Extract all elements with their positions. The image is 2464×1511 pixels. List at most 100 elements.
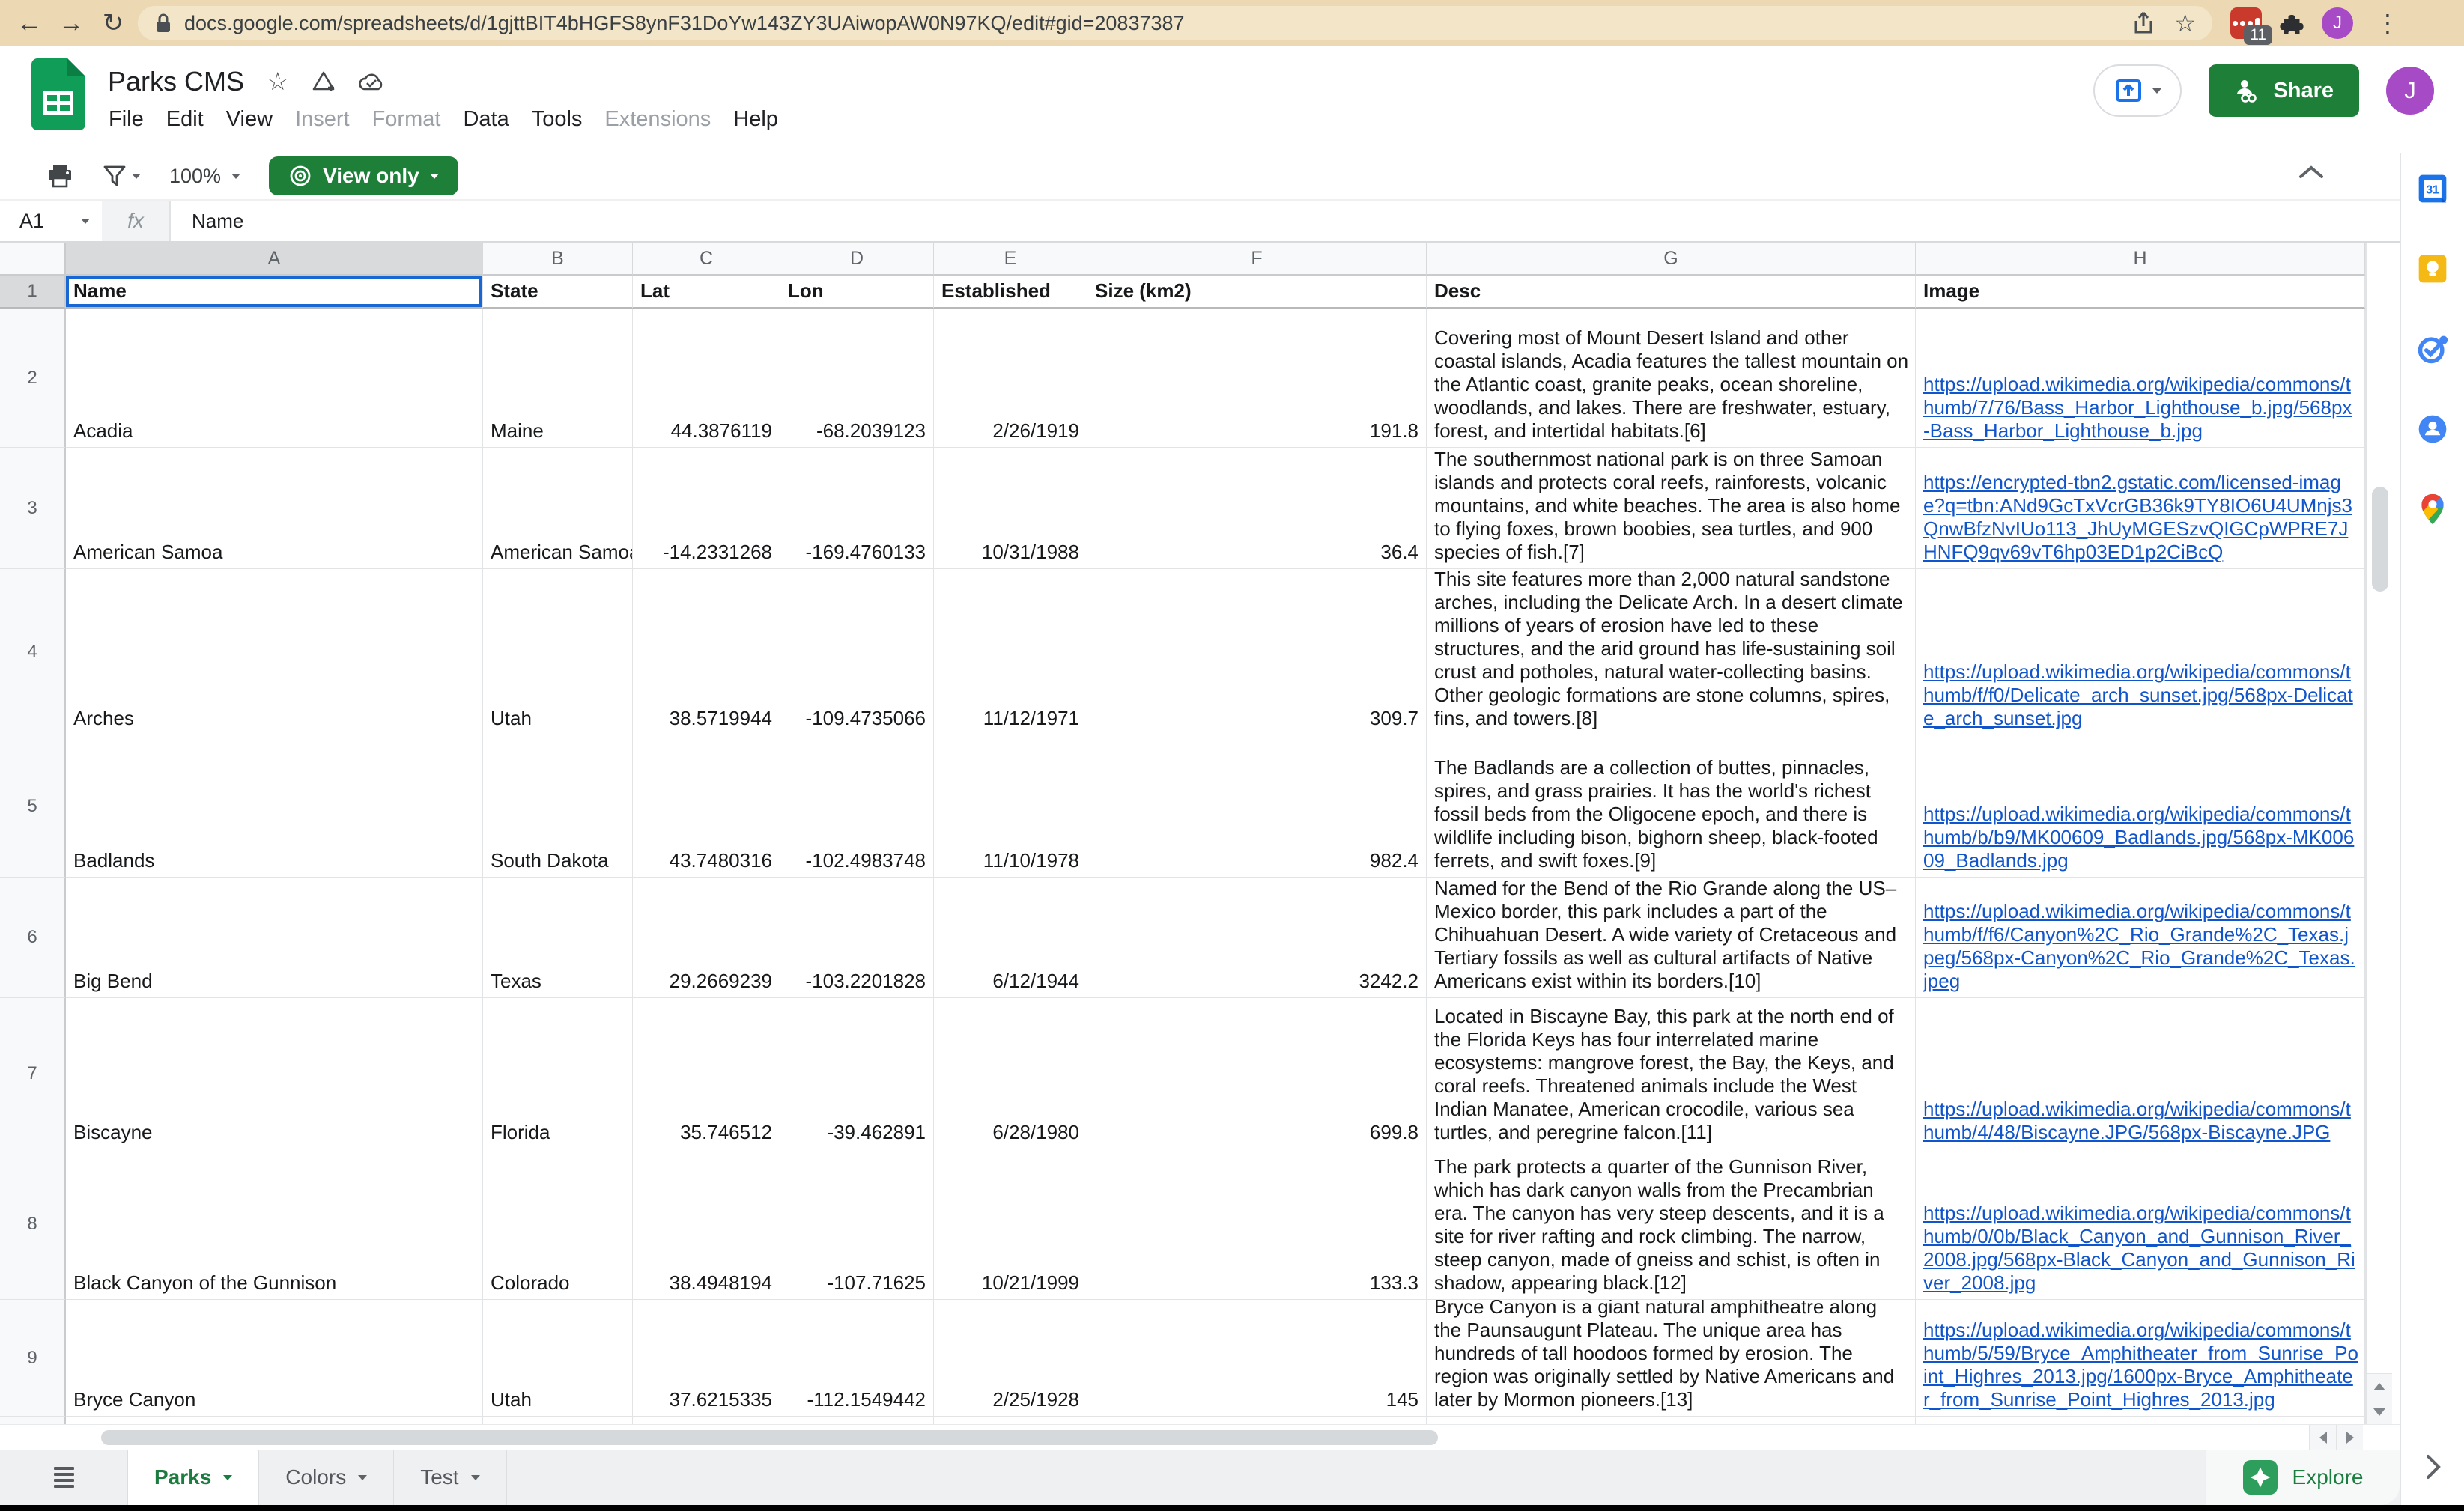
cell-D4[interactable]: -109.4735066 <box>780 569 934 735</box>
cell-F1[interactable]: Size (km2) <box>1087 276 1427 309</box>
sheet-tab-parks[interactable]: Parks <box>127 1450 259 1505</box>
cell-link[interactable]: https://upload.wikimedia.org/wikipedia/c… <box>1916 1098 2364 1149</box>
cell-D8[interactable]: -107.71625 <box>780 1149 934 1300</box>
cell-C9[interactable]: 37.6215335 <box>633 1300 780 1417</box>
cell-B4[interactable]: Utah <box>483 569 633 735</box>
cell-F8[interactable]: 133.3 <box>1087 1149 1427 1300</box>
cell-B6[interactable]: Texas <box>483 878 633 998</box>
cell-D1[interactable]: Lon <box>780 276 934 309</box>
cell-B5[interactable]: South Dakota <box>483 735 633 878</box>
hide-side-panel-icon[interactable] <box>2424 1453 2442 1484</box>
menu-view[interactable]: View <box>215 103 284 136</box>
browser-avatar[interactable]: J <box>2322 7 2353 39</box>
column-header-D[interactable]: D <box>780 243 934 276</box>
column-header-A[interactable]: A <box>66 243 483 276</box>
document-status-cloud-icon[interactable] <box>358 71 385 92</box>
google-contacts-icon[interactable] <box>2416 413 2449 449</box>
cell-F10[interactable] <box>1087 1417 1427 1424</box>
cell-C2[interactable]: 44.3876119 <box>633 309 780 448</box>
extensions-puzzle-icon[interactable] <box>2278 10 2305 37</box>
view-only-button[interactable]: View only <box>269 156 458 195</box>
column-header-E[interactable]: E <box>934 243 1087 276</box>
google-maps-icon[interactable] <box>2418 493 2448 529</box>
cell-C1[interactable]: Lat <box>633 276 780 309</box>
cell-B8[interactable]: Colorado <box>483 1149 633 1300</box>
cell-G4[interactable]: This site features more than 2,000 natur… <box>1427 569 1916 735</box>
cell-G2[interactable]: Covering most of Mount Desert Island and… <box>1427 309 1916 448</box>
cell-C8[interactable]: 38.4948194 <box>633 1149 780 1300</box>
cell-F6[interactable]: 3242.2 <box>1087 878 1427 998</box>
cell-E2[interactable]: 2/26/1919 <box>934 309 1087 448</box>
row-number-1[interactable]: 1 <box>0 276 66 309</box>
cell-G3[interactable]: The southernmost national park is on thr… <box>1427 448 1916 569</box>
menu-file[interactable]: File <box>97 103 155 136</box>
column-header-G[interactable]: G <box>1427 243 1916 276</box>
cell-B2[interactable]: Maine <box>483 309 633 448</box>
cell-C6[interactable]: 29.2669239 <box>633 878 780 998</box>
cell-E10[interactable] <box>934 1417 1087 1424</box>
menu-help[interactable]: Help <box>722 103 789 136</box>
cell-B1[interactable]: State <box>483 276 633 309</box>
cell-A10[interactable] <box>66 1417 483 1424</box>
vertical-scrollbar[interactable] <box>2365 243 2392 1424</box>
row-number-7[interactable]: 7 <box>0 998 66 1149</box>
cell-B3[interactable]: American Samoa <box>483 448 633 569</box>
cell-H4[interactable]: https://upload.wikimedia.org/wikipedia/c… <box>1916 569 2365 735</box>
filter-icon[interactable] <box>102 164 141 188</box>
cell-H2[interactable]: https://upload.wikimedia.org/wikipedia/c… <box>1916 309 2365 448</box>
cell-D3[interactable]: -169.4760133 <box>780 448 934 569</box>
cell-G10[interactable] <box>1427 1417 1916 1424</box>
cell-A3[interactable]: American Samoa <box>66 448 483 569</box>
cell-A5[interactable]: Badlands <box>66 735 483 878</box>
cell-G6[interactable]: Named for the Bend of the Rio Grande alo… <box>1427 878 1916 998</box>
scroll-right-button[interactable] <box>2336 1425 2363 1450</box>
cell-F4[interactable]: 309.7 <box>1087 569 1427 735</box>
reload-icon[interactable]: ↻ <box>96 6 130 40</box>
cell-B7[interactable]: Florida <box>483 998 633 1149</box>
cell-F2[interactable]: 191.8 <box>1087 309 1427 448</box>
cell-E5[interactable]: 11/10/1978 <box>934 735 1087 878</box>
cell-H1[interactable]: Image <box>1916 276 2365 309</box>
explore-button[interactable]: Explore <box>2206 1450 2400 1505</box>
cell-A9[interactable]: Bryce Canyon <box>66 1300 483 1417</box>
column-header-F[interactable]: F <box>1087 243 1427 276</box>
cell-E3[interactable]: 10/31/1988 <box>934 448 1087 569</box>
star-document-icon[interactable]: ☆ <box>267 67 289 96</box>
cell-D10[interactable] <box>780 1417 934 1424</box>
cell-G9[interactable]: Bryce Canyon is a giant natural amphithe… <box>1427 1300 1916 1417</box>
horizontal-scrollbar-thumb[interactable] <box>101 1430 1438 1445</box>
cell-G7[interactable]: Located in Biscayne Bay, this park at th… <box>1427 998 1916 1149</box>
google-calendar-icon[interactable]: 31 <box>2416 172 2449 209</box>
cell-F7[interactable]: 699.8 <box>1087 998 1427 1149</box>
password-manager-icon[interactable]: 11 <box>2230 7 2262 39</box>
row-number-3[interactable]: 3 <box>0 448 66 569</box>
row-number-4[interactable]: 4 <box>0 569 66 735</box>
add-shortcut-icon[interactable] <box>312 70 336 94</box>
cell-link[interactable]: https://upload.wikimedia.org/wikipedia/c… <box>1916 1202 2364 1299</box>
cell-H5[interactable]: https://upload.wikimedia.org/wikipedia/c… <box>1916 735 2365 878</box>
sheet-tab-test[interactable]: Test <box>394 1450 506 1505</box>
print-icon[interactable] <box>46 163 73 189</box>
vertical-scrollbar-thumb[interactable] <box>2372 487 2388 592</box>
cell-link[interactable]: https://upload.wikimedia.org/wikipedia/c… <box>1916 1319 2364 1416</box>
cell-E8[interactable]: 10/21/1999 <box>934 1149 1087 1300</box>
column-header-C[interactable]: C <box>633 243 780 276</box>
browser-menu-icon[interactable]: ⋮ <box>2376 9 2400 37</box>
cell-E1[interactable]: Established <box>934 276 1087 309</box>
all-sheets-button[interactable] <box>0 1450 127 1505</box>
scroll-left-button[interactable] <box>2309 1425 2336 1450</box>
cell-F5[interactable]: 982.4 <box>1087 735 1427 878</box>
cell-link[interactable]: https://upload.wikimedia.org/wikipedia/c… <box>1916 660 2364 735</box>
cell-A1[interactable]: Name <box>66 276 483 309</box>
zoom-control[interactable]: 100% <box>169 165 240 188</box>
formula-input[interactable]: Name <box>171 201 243 241</box>
address-bar[interactable]: docs.google.com/spreadsheets/d/1gjttBIT4… <box>138 6 2212 40</box>
cell-E7[interactable]: 6/28/1980 <box>934 998 1087 1149</box>
cell-G5[interactable]: The Badlands are a collection of buttes,… <box>1427 735 1916 878</box>
cell-A2[interactable]: Acadia <box>66 309 483 448</box>
row-number-9[interactable]: 9 <box>0 1300 66 1417</box>
cell-F3[interactable]: 36.4 <box>1087 448 1427 569</box>
cell-C10[interactable] <box>633 1417 780 1424</box>
collapse-toolbar-icon[interactable] <box>2298 163 2325 185</box>
cell-H7[interactable]: https://upload.wikimedia.org/wikipedia/c… <box>1916 998 2365 1149</box>
